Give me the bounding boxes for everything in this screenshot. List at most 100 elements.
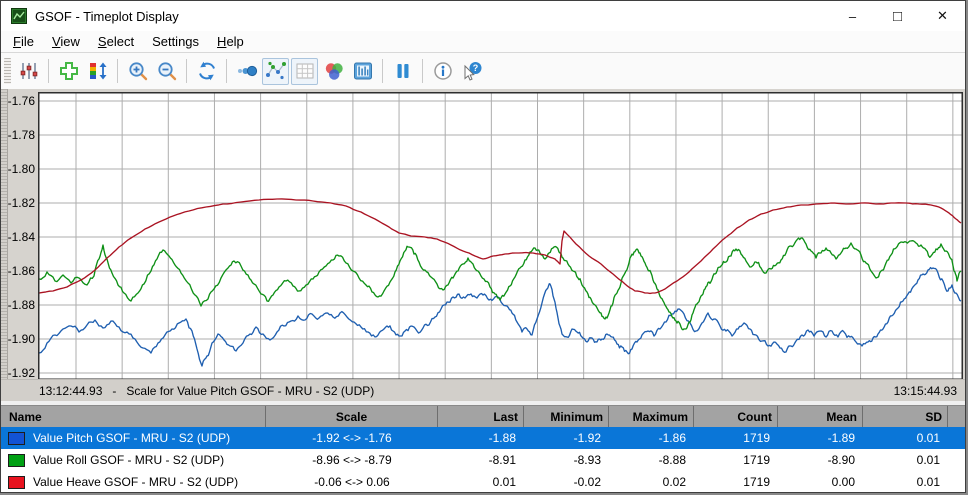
- cell-sd: 0.01: [863, 471, 948, 493]
- menu-bar: FileViewSelectSettingsHelp: [1, 31, 965, 53]
- cell-name: Value Heave GSOF - MRU - S2 (UDP): [1, 471, 266, 493]
- zoom-in-button[interactable]: [124, 58, 151, 85]
- cell-minimum: -8.93: [524, 449, 609, 471]
- auto-scale-button[interactable]: [84, 58, 111, 85]
- color-wheel-icon: [323, 60, 345, 82]
- cell-sd: 0.01: [863, 427, 948, 449]
- y-axis-label: -1.86: [1, 264, 35, 278]
- menu-item-view[interactable]: View: [43, 32, 89, 51]
- series-color-swatch: [8, 454, 25, 467]
- refresh-icon: [196, 60, 218, 82]
- cell-last: -1.88: [438, 427, 524, 449]
- close-button[interactable]: ✕: [920, 1, 965, 31]
- y-axis-label: -1.82: [1, 196, 35, 210]
- series-color-swatch: [8, 476, 25, 489]
- color-scale-icon: [87, 60, 109, 82]
- cell-sd: 0.01: [863, 449, 948, 471]
- cell-maximum: -8.88: [609, 449, 694, 471]
- refresh-button[interactable]: [193, 58, 220, 85]
- minimize-button[interactable]: –: [830, 1, 875, 31]
- maximize-button[interactable]: □: [875, 1, 920, 31]
- column-header-minimum[interactable]: Minimum: [524, 406, 609, 427]
- cell-count: 1719: [694, 471, 778, 493]
- plus-green-icon: [58, 60, 80, 82]
- cell-last: 0.01: [438, 471, 524, 493]
- sliders-icon: [18, 60, 40, 82]
- histogram-button[interactable]: [349, 58, 376, 85]
- cell-mean: 0.00: [778, 471, 863, 493]
- cell-last: -8.91: [438, 449, 524, 471]
- app-icon: [11, 8, 27, 24]
- help-icon: ?: [461, 60, 483, 82]
- column-header-count[interactable]: Count: [694, 406, 778, 427]
- series-name: Value Pitch GSOF - MRU - S2 (UDP): [33, 431, 230, 445]
- cell-maximum: 0.02: [609, 471, 694, 493]
- svg-text:?: ?: [472, 63, 478, 73]
- column-header-maximum[interactable]: Maximum: [609, 406, 694, 427]
- table-row[interactable]: Value Pitch GSOF - MRU - S2 (UDP) -1.92 <…: [1, 427, 965, 449]
- column-header-scale[interactable]: Scale: [266, 406, 438, 427]
- application-window: GSOF - Timeplot Display –□✕ FileViewSele…: [0, 0, 966, 493]
- toolbar-separator: [382, 59, 383, 83]
- toolbar-grip: [4, 58, 11, 84]
- cell-minimum: -0.02: [524, 471, 609, 493]
- cell-mean: -8.90: [778, 449, 863, 471]
- cell-scale: -0.06 <-> 0.06: [266, 471, 438, 493]
- column-header-last[interactable]: Last: [438, 406, 524, 427]
- chart-status-bar: 13:12:44.93 - Scale for Value Pitch GSOF…: [1, 379, 965, 401]
- start-time: 13:12:44.93: [39, 384, 102, 398]
- show-markers-button[interactable]: [262, 58, 289, 85]
- pause-icon: [392, 60, 414, 82]
- menu-item-file[interactable]: File: [4, 32, 43, 51]
- y-axis-label: -1.84: [1, 230, 35, 244]
- toolbar: ?: [1, 53, 965, 89]
- y-axis-label: -1.88: [1, 298, 35, 312]
- zoom-out-button[interactable]: [153, 58, 180, 85]
- series-name: Value Roll GSOF - MRU - S2 (UDP): [33, 453, 224, 467]
- info-button[interactable]: [429, 58, 456, 85]
- zoom-in-icon: [127, 60, 149, 82]
- add-channel-button[interactable]: [55, 58, 82, 85]
- plot-area[interactable]: [39, 93, 963, 380]
- table-header: NameScaleLastMinimumMaximumCountMeanSD: [1, 405, 965, 427]
- colors-button[interactable]: [320, 58, 347, 85]
- table-row[interactable]: Value Heave GSOF - MRU - S2 (UDP) -0.06 <…: [1, 471, 965, 493]
- cell-name: Value Roll GSOF - MRU - S2 (UDP): [1, 449, 266, 471]
- column-header-mean[interactable]: Mean: [778, 406, 863, 427]
- caption-buttons: –□✕: [830, 1, 965, 31]
- chart-panel: -1.76-1.78-1.80-1.82-1.84-1.86-1.88-1.90…: [1, 89, 965, 401]
- series-name: Value Heave GSOF - MRU - S2 (UDP): [33, 475, 238, 489]
- show-grid-button[interactable]: [291, 58, 318, 85]
- cell-minimum: -1.92: [524, 427, 609, 449]
- cell-maximum: -1.86: [609, 427, 694, 449]
- channel-sliders-button[interactable]: [15, 58, 42, 85]
- toolbar-separator: [422, 59, 423, 83]
- status-separator: -: [112, 384, 116, 398]
- column-header-name[interactable]: Name: [1, 406, 266, 427]
- toolbar-separator: [226, 59, 227, 83]
- timeplot-chart[interactable]: [38, 92, 963, 380]
- y-axis-label: -1.78: [1, 128, 35, 142]
- cell-name: Value Pitch GSOF - MRU - S2 (UDP): [1, 427, 266, 449]
- toolbar-separator: [186, 59, 187, 83]
- cell-scale: -1.92 <-> -1.76: [266, 427, 438, 449]
- cell-mean: -1.89: [778, 427, 863, 449]
- grid-icon: [294, 60, 316, 82]
- cell-count: 1719: [694, 449, 778, 471]
- y-axis-label: -1.80: [1, 162, 35, 176]
- dots-icon: [236, 60, 258, 82]
- table-row[interactable]: Value Roll GSOF - MRU - S2 (UDP) -8.96 <-…: [1, 449, 965, 471]
- y-axis-label: -1.76: [1, 94, 35, 108]
- scatter-icon: [265, 60, 287, 82]
- help-button[interactable]: ?: [458, 58, 485, 85]
- pause-button[interactable]: [389, 58, 416, 85]
- scale-status-text: Scale for Value Pitch GSOF - MRU - S2 (U…: [126, 384, 374, 398]
- toolbar-separator: [48, 59, 49, 83]
- point-size-button[interactable]: [233, 58, 260, 85]
- cell-scale: -8.96 <-> -8.79: [266, 449, 438, 471]
- menu-item-settings[interactable]: Settings: [143, 32, 208, 51]
- channel-table: NameScaleLastMinimumMaximumCountMeanSD V…: [1, 401, 965, 493]
- column-header-sd[interactable]: SD: [863, 406, 948, 427]
- menu-item-help[interactable]: Help: [208, 32, 253, 51]
- menu-item-select[interactable]: Select: [89, 32, 143, 51]
